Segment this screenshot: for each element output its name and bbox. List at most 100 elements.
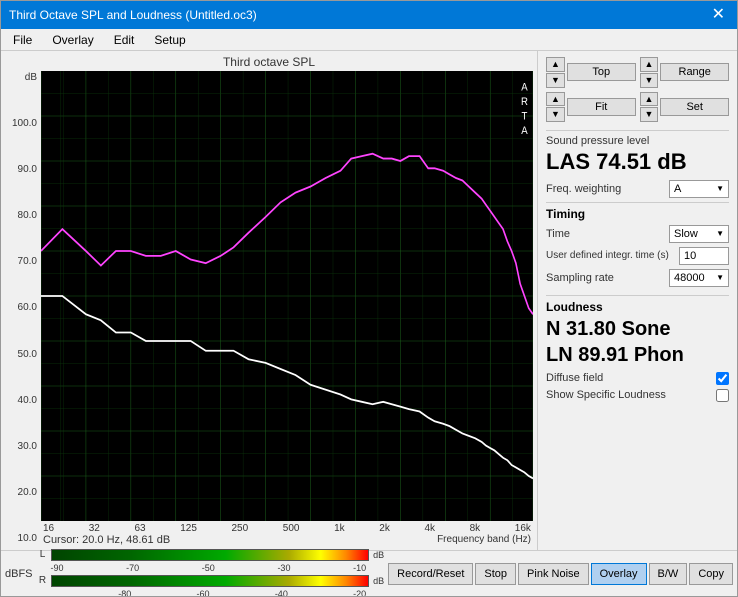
dbfs-label: dBFS <box>5 568 33 580</box>
meter-tick-labels-bottom: -80 -60 -40 -20 <box>37 589 385 597</box>
top-up-button[interactable]: ▲ <box>546 57 565 72</box>
range-down-button[interactable]: ▼ <box>640 73 659 88</box>
top-down-button[interactable]: ▼ <box>546 73 565 88</box>
time-value: Slow <box>674 228 698 240</box>
diffuse-field-label: Diffuse field <box>546 372 603 384</box>
cursor-info: Cursor: 20.0 Hz, 48.61 dB <box>43 534 170 546</box>
x-label-16: 16 <box>43 523 54 534</box>
svg-text:A: A <box>521 126 528 138</box>
range-button[interactable]: Range <box>660 63 729 81</box>
x-label-4k: 4k <box>424 523 435 534</box>
main-content: Third octave SPL dB 100.0 90.0 80.0 70.0… <box>1 51 737 550</box>
fit-up-button[interactable]: ▲ <box>546 92 565 107</box>
freq-weighting-row: Freq. weighting A ▼ <box>546 180 729 198</box>
fit-button[interactable]: Fit <box>567 98 636 116</box>
db-label-l: dB <box>373 550 384 560</box>
time-dropdown-arrow-icon: ▼ <box>716 229 724 238</box>
freq-band-label: Frequency band (Hz) <box>437 534 531 546</box>
y-label-40: 40.0 <box>18 396 37 406</box>
spl-section-label: Sound pressure level <box>546 135 729 147</box>
x-label-16k: 16k <box>515 523 531 534</box>
x-label-125: 125 <box>180 523 197 534</box>
meter-row-l: L dB <box>37 549 385 561</box>
overlay-button[interactable]: Overlay <box>591 563 647 585</box>
set-down-button[interactable]: ▼ <box>640 107 659 122</box>
tick-r-space <box>51 589 54 597</box>
bw-button[interactable]: B/W <box>649 563 688 585</box>
x-label-500: 500 <box>283 523 300 534</box>
bottom-bar: dBFS L dB -90 -70 -50 -30 -10 <box>1 550 737 596</box>
fit-control: ▲ ▼ Fit <box>546 92 636 123</box>
loudness-title: Loudness <box>546 300 729 314</box>
show-specific-row: Show Specific Loudness <box>546 389 729 402</box>
menu-file[interactable]: File <box>5 31 40 48</box>
tick-l-10: -10 <box>353 563 366 573</box>
chart-svg: A R T A <box>41 71 533 521</box>
chart-area: Third octave SPL dB 100.0 90.0 80.0 70.0… <box>1 51 537 550</box>
chart-container: dB 100.0 90.0 80.0 70.0 60.0 50.0 40.0 3… <box>5 71 533 546</box>
copy-button[interactable]: Copy <box>689 563 733 585</box>
sampling-label: Sampling rate <box>546 272 669 284</box>
range-up-button[interactable]: ▲ <box>640 57 659 72</box>
time-row: Time Slow ▼ <box>546 225 729 243</box>
y-label-100: 100.0 <box>12 119 37 129</box>
close-button[interactable]: ✕ <box>708 7 729 23</box>
spl-value: LAS 74.51 dB <box>546 149 729 175</box>
sampling-dropdown-arrow-icon: ▼ <box>716 273 724 282</box>
fit-down-button[interactable]: ▼ <box>546 107 565 122</box>
x-label-63: 63 <box>134 523 145 534</box>
dropdown-arrow-icon: ▼ <box>716 184 724 193</box>
channel-r-label: R <box>37 575 49 586</box>
x-label-32: 32 <box>89 523 100 534</box>
diffuse-field-checkbox[interactable] <box>716 372 729 385</box>
loudness-section: Loudness N 31.80 Sone LN 89.91 Phon Diff… <box>546 295 729 402</box>
sampling-value: 48000 <box>674 272 705 284</box>
time-dropdown[interactable]: Slow ▼ <box>669 225 729 243</box>
top-button[interactable]: Top <box>567 63 636 81</box>
pink-noise-button[interactable]: Pink Noise <box>518 563 589 585</box>
timing-title: Timing <box>546 207 729 221</box>
y-label-60: 60.0 <box>18 303 37 313</box>
chart-plot: A R T A <box>41 71 533 521</box>
show-specific-checkbox[interactable] <box>716 389 729 402</box>
sampling-dropdown[interactable]: 48000 ▼ <box>669 269 729 287</box>
tick-r-20: -20 <box>353 589 366 597</box>
integr-row: User defined integr. time (s) <box>546 247 729 265</box>
set-control: ▲ ▼ Set <box>640 92 730 123</box>
y-axis: dB 100.0 90.0 80.0 70.0 60.0 50.0 40.0 3… <box>5 71 41 546</box>
right-panel: ▲ ▼ Top ▲ ▼ Range ▲ ▼ <box>537 51 737 550</box>
integr-input[interactable] <box>679 247 729 265</box>
freq-weighting-dropdown[interactable]: A ▼ <box>669 180 729 198</box>
menu-bar: File Overlay Edit Setup <box>1 29 737 51</box>
y-label-30: 30.0 <box>18 442 37 452</box>
meter-track-l <box>51 549 370 561</box>
svg-text:A: A <box>521 82 528 94</box>
tick-l-30: -30 <box>277 563 290 573</box>
time-label: Time <box>546 228 669 240</box>
x-label-1k: 1k <box>334 523 345 534</box>
window-title: Third Octave SPL and Loudness (Untitled.… <box>9 8 257 22</box>
spl-section: Sound pressure level LAS 74.51 dB Freq. … <box>546 130 729 197</box>
menu-setup[interactable]: Setup <box>146 31 193 48</box>
loudness-n-value: N 31.80 Sone <box>546 316 729 342</box>
top-control: ▲ ▼ Top <box>546 57 636 88</box>
range-control: ▲ ▼ Range <box>640 57 730 88</box>
tick-r-40: -40 <box>275 589 288 597</box>
set-button[interactable]: Set <box>660 98 729 116</box>
loudness-ln-value: LN 89.91 Phon <box>546 342 729 368</box>
freq-weighting-label: Freq. weighting <box>546 183 621 195</box>
record-reset-button[interactable]: Record/Reset <box>388 563 473 585</box>
stop-button[interactable]: Stop <box>475 563 516 585</box>
chart-title: Third octave SPL <box>5 55 533 69</box>
menu-edit[interactable]: Edit <box>106 31 143 48</box>
x-axis: 16 32 63 125 250 500 1k 2k 4k 8k 16k <box>41 523 533 534</box>
level-meter: L dB -90 -70 -50 -30 -10 R dB <box>37 549 385 597</box>
menu-overlay[interactable]: Overlay <box>44 31 101 48</box>
y-axis-title: dB <box>25 73 37 83</box>
sampling-row: Sampling rate 48000 ▼ <box>546 269 729 287</box>
svg-text:R: R <box>521 97 528 109</box>
set-up-button[interactable]: ▲ <box>640 92 659 107</box>
x-label-250: 250 <box>232 523 249 534</box>
tick-l-70: -70 <box>126 563 139 573</box>
meter-tick-labels-top: -90 -70 -50 -30 -10 <box>37 563 385 573</box>
